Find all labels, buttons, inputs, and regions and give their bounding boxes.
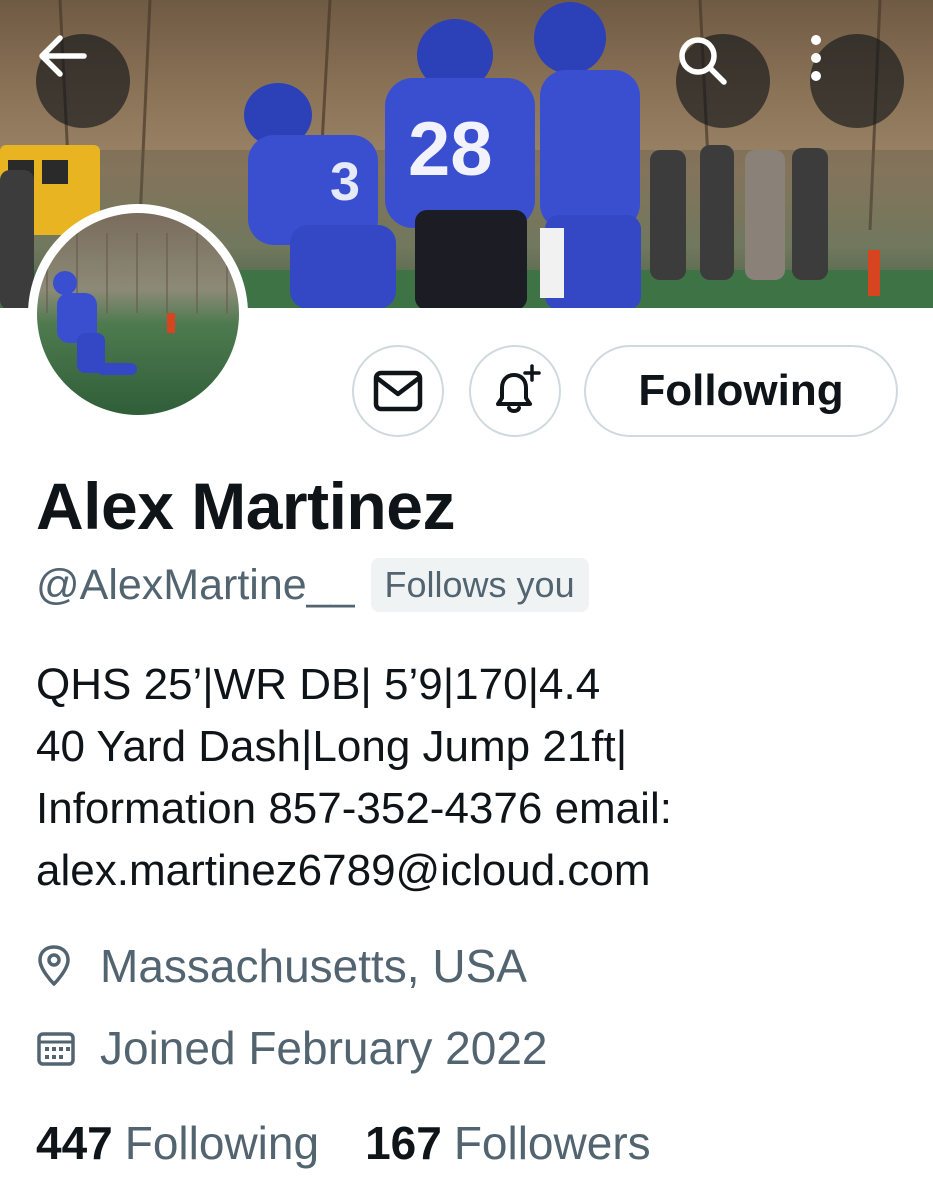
search-icon bbox=[679, 37, 727, 85]
user-handle: @AlexMartine__ bbox=[36, 560, 355, 609]
followers-count: 167 bbox=[365, 1117, 442, 1169]
bio-line: Information 857-352-4376 email: bbox=[36, 784, 672, 833]
location-row: Massachusetts, USA bbox=[36, 938, 527, 994]
arrow-left-icon bbox=[39, 35, 87, 77]
search-button[interactable] bbox=[676, 34, 770, 128]
following-label: Following bbox=[124, 1117, 320, 1169]
more-vertical-icon bbox=[811, 35, 821, 81]
following-count: 447 bbox=[36, 1117, 113, 1169]
envelope-icon bbox=[373, 370, 423, 412]
following-stat-link[interactable]: 447 Following bbox=[36, 1116, 319, 1170]
more-options-button[interactable] bbox=[810, 34, 904, 128]
joined-text: Joined February 2022 bbox=[100, 1022, 548, 1074]
avatar-image bbox=[37, 213, 239, 415]
bio: QHS 25’|WR DB| 5’9|170|4.4 40 Yard Dash|… bbox=[36, 654, 916, 902]
followers-stat-link[interactable]: 167 Followers bbox=[365, 1116, 651, 1170]
svg-text:3: 3 bbox=[330, 152, 360, 212]
bio-line: 40 Yard Dash|Long Jump 21ft| bbox=[36, 722, 628, 771]
banner-jersey-number: 28 bbox=[408, 107, 493, 192]
bell-plus-icon bbox=[496, 364, 541, 413]
followers-label: Followers bbox=[453, 1117, 651, 1169]
follows-you-badge: Follows you bbox=[370, 558, 589, 612]
location-pin-icon bbox=[36, 938, 92, 994]
profile-page: 3 28 Following Alex Martinez @AlexMartin… bbox=[0, 0, 933, 1200]
follow-stats: 447 Following 167 Followers bbox=[36, 1116, 651, 1170]
notifications-button[interactable] bbox=[469, 345, 561, 437]
back-button[interactable] bbox=[36, 34, 130, 128]
display-name: Alex Martinez bbox=[36, 469, 455, 543]
avatar[interactable] bbox=[28, 204, 248, 424]
handle-row: @AlexMartine__ Follows you bbox=[36, 556, 589, 614]
joined-row: Joined February 2022 bbox=[36, 1020, 548, 1076]
message-button[interactable] bbox=[352, 345, 444, 437]
following-button[interactable]: Following bbox=[584, 345, 898, 437]
calendar-icon bbox=[36, 1020, 92, 1076]
bio-line: QHS 25’|WR DB| 5’9|170|4.4 bbox=[36, 660, 601, 709]
bio-line: alex.martinez6789@icloud.com bbox=[36, 846, 651, 895]
location-text: Massachusetts, USA bbox=[100, 940, 527, 992]
